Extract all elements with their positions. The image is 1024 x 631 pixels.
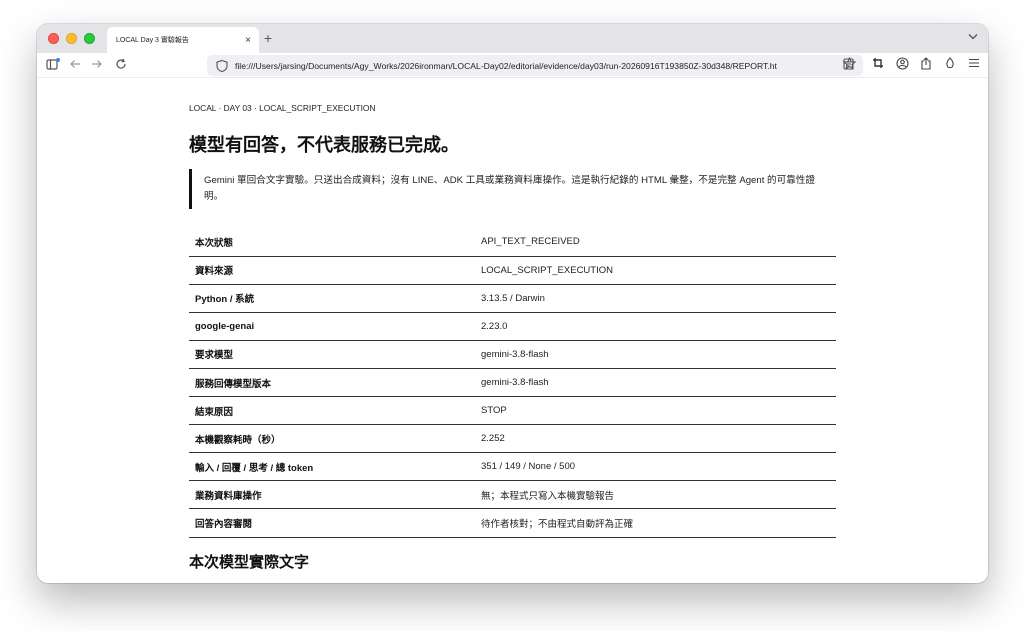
row-key: google-genai (189, 312, 475, 341)
row-key: 本次狀態 (189, 228, 475, 257)
menu-icon[interactable] (967, 57, 981, 75)
tab-title: LOCAL Day 3 實驗報告 (116, 37, 189, 44)
row-key: 業務資料庫操作 (189, 480, 475, 510)
page-content: LOCAL · DAY 03 · LOCAL_SCRIPT_EXECUTION … (37, 78, 988, 583)
tab-strip: LOCAL Day 3 實驗報告 × + (37, 24, 988, 53)
row-key: 資料來源 (189, 256, 475, 285)
minimize-window-button[interactable] (66, 33, 77, 44)
row-key: 本機觀察耗時（秒） (189, 424, 475, 454)
row-value: 2.252 (475, 424, 836, 454)
window-controls (48, 33, 95, 44)
account-icon[interactable] (895, 57, 909, 75)
bookmark-star-icon[interactable] (842, 56, 857, 73)
row-key: 回答內容審閱 (189, 508, 475, 538)
report-callout: Gemini 單回合文字實驗。只送出合成資料；沒有 LINE、ADK 工具或業務… (189, 169, 829, 209)
page-title: 模型有回答，不代表服務已完成。 (189, 135, 459, 155)
report-summary-table: 本次狀態 API_TEXT_RECEIVED 資料來源 LOCAL_SCRIPT_E… (189, 228, 836, 538)
forward-arrow-icon[interactable] (89, 58, 105, 72)
zoom-window-button[interactable] (84, 33, 95, 44)
table-row: 要求模型 gemini-3.8-flash (189, 340, 836, 369)
sidebar-toggle-icon[interactable] (45, 58, 61, 73)
row-key: 輸入 / 回覆 / 思考 / 總 token (189, 452, 475, 482)
row-value: 2.23.0 (475, 312, 836, 341)
row-value: 待作者核對；不由程式自動評為正確 (475, 508, 836, 538)
tab-close-icon[interactable]: × (241, 35, 255, 46)
report-eyebrow: LOCAL · DAY 03 · LOCAL_SCRIPT_EXECUTION (189, 103, 376, 113)
table-row: 本機觀察耗時（秒） 2.252 (189, 424, 836, 454)
browser-window: LOCAL Day 3 實驗報告 × + file:///Users/jarsi… (37, 24, 988, 583)
section-heading: 本次模型實際文字 (189, 554, 310, 571)
table-row: 結束原因 STOP (189, 396, 836, 426)
row-value: 無；本程式只寫入本機實驗報告 (475, 480, 836, 510)
row-value: 3.13.5 / Darwin (475, 284, 836, 313)
navigation-bar: file:///Users/jarsing/Documents/Agy_Work… (37, 53, 988, 78)
row-value: STOP (475, 396, 836, 426)
table-row: 資料來源 LOCAL_SCRIPT_EXECUTION (189, 256, 836, 285)
url-text[interactable]: file:///Users/jarsing/Documents/Agy_Work… (235, 61, 837, 71)
row-key: 結束原因 (189, 396, 475, 426)
shield-icon[interactable] (215, 59, 229, 73)
address-bar[interactable]: file:///Users/jarsing/Documents/Agy_Work… (207, 55, 863, 76)
row-key: 服務回傳模型版本 (189, 368, 475, 398)
back-arrow-icon[interactable] (67, 58, 83, 72)
tab-list-chevron-icon[interactable] (968, 32, 978, 42)
table-row: 服務回傳模型版本 gemini-3.8-flash (189, 368, 836, 398)
table-row: 業務資料庫操作 無；本程式只寫入本機實驗報告 (189, 480, 836, 510)
row-value: gemini-3.8-flash (475, 368, 836, 398)
share-icon[interactable] (919, 57, 933, 75)
row-key: 要求模型 (189, 340, 475, 369)
row-value: 351 / 149 / None / 500 (475, 452, 836, 482)
table-row: 回答內容審閱 待作者核對；不由程式自動評為正確 (189, 508, 836, 538)
reload-icon[interactable] (113, 58, 129, 73)
table-row: 輸入 / 回覆 / 思考 / 總 token 351 / 149 / None /… (189, 452, 836, 482)
table-row: google-genai 2.23.0 (189, 312, 836, 341)
screenshot-crop-icon[interactable] (871, 57, 885, 75)
row-value: LOCAL_SCRIPT_EXECUTION (475, 256, 836, 285)
table-row: Python / 系統 3.13.5 / Darwin (189, 284, 836, 313)
row-key: Python / 系統 (189, 284, 475, 313)
extensions-icon[interactable] (943, 57, 957, 75)
tab-active[interactable]: LOCAL Day 3 實驗報告 × (107, 27, 259, 53)
row-value: API_TEXT_RECEIVED (475, 228, 836, 257)
toolbar-icons (871, 57, 981, 75)
new-tab-button[interactable]: + (261, 30, 275, 46)
table-row: 本次狀態 API_TEXT_RECEIVED (189, 228, 836, 257)
row-value: gemini-3.8-flash (475, 340, 836, 369)
close-window-button[interactable] (48, 33, 59, 44)
